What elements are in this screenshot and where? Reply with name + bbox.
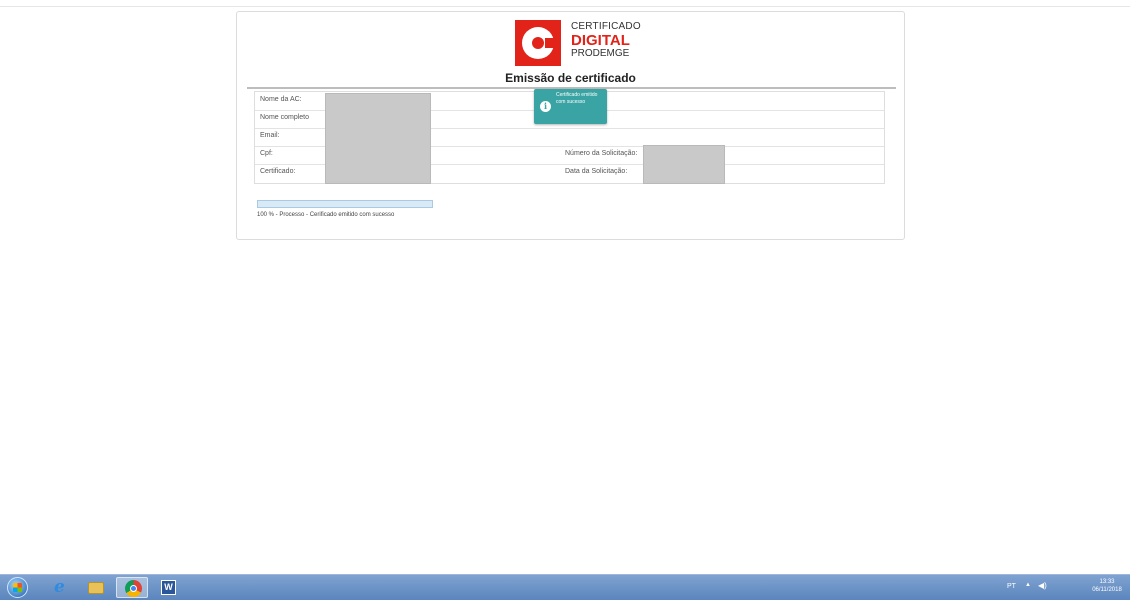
windows-logo-icon [13,583,22,592]
page-title: Emissão de certificado [505,71,636,85]
toast-message: Certificado emitido com sucesso [556,92,598,105]
clock-time: 13:33 [1099,579,1115,585]
tray-expand-icon[interactable]: ▲ [1025,582,1031,588]
chrome-icon [125,580,142,597]
label-nome-completo: Nome completo [260,114,310,121]
word-taskbar-button[interactable]: W [152,577,184,598]
folder-icon [88,582,104,594]
redacted-values-block [325,93,431,184]
internet-explorer-icon: e [54,577,65,597]
label-data-solicitacao: Data da Solicitação: [565,168,628,175]
volume-icon[interactable]: ◀) [1038,581,1047,590]
top-divider [0,6,1130,7]
success-toast[interactable]: i Certificado emitido com sucesso [534,89,607,124]
system-clock[interactable]: 13:33 06/11/2018 [1088,578,1126,594]
redacted-request-block [643,145,725,184]
logo-line-3: PRODEMGE [571,48,630,59]
logo-line-1: CERTIFICADO [571,21,641,32]
logo-line-2: DIGITAL [571,32,630,49]
clock-date: 06/11/2018 [1092,587,1122,593]
logo-mark-icon [515,20,561,66]
chrome-taskbar-button[interactable] [116,577,148,598]
progress-status: 100 % - Processo - Cerificado emitido co… [257,212,395,218]
logo-text: CERTIFICADO DIGITAL PRODEMGE [571,22,641,59]
windows-taskbar: e W PT ▲ ◀) 13:33 06/11/2018 [0,574,1130,600]
word-icon: W [161,580,176,595]
internet-explorer-taskbar-button[interactable]: e [44,577,76,598]
prodemge-logo: CERTIFICADO DIGITAL PRODEMGE [515,20,641,66]
start-button[interactable] [7,577,28,598]
label-cpf: Cpf: [260,150,273,157]
label-nome-ac: Nome da AC: [260,96,302,103]
progress-fill [258,201,432,207]
label-numero-solicitacao: Número da Solicitação: [565,150,638,157]
progress-bar [257,200,433,208]
label-certificado: Certificado: [260,168,296,175]
file-explorer-taskbar-button[interactable] [80,577,112,598]
label-email: Email: [260,132,280,139]
info-icon: i [540,101,551,112]
language-indicator[interactable]: PT [1007,583,1016,590]
